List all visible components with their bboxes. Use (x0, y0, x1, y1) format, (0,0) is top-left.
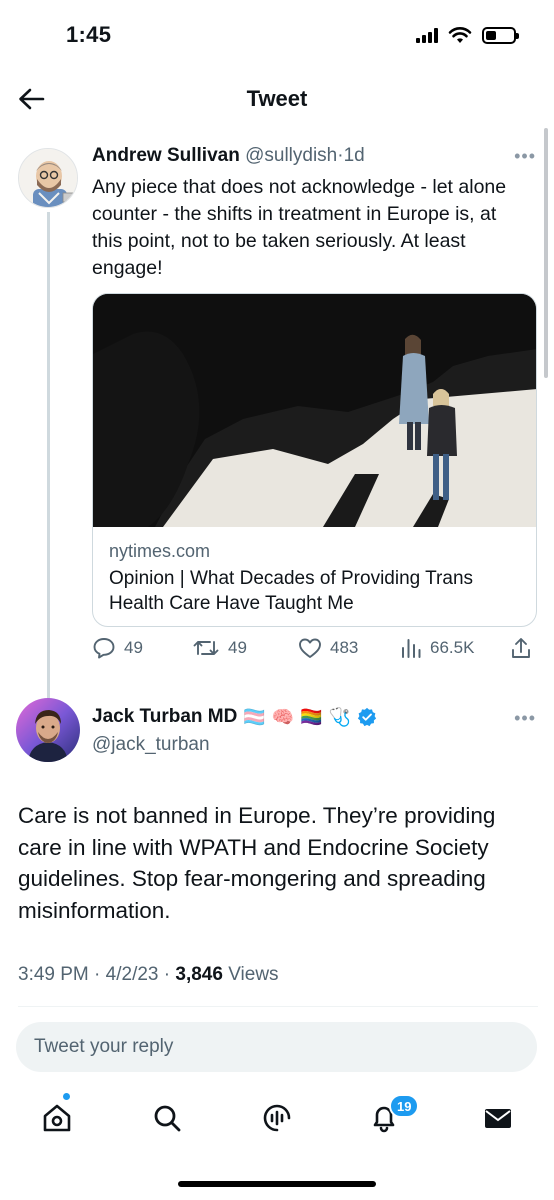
link-card[interactable]: nytimes.com Opinion | What Decades of Pr… (92, 293, 537, 627)
header: Tweet (0, 72, 554, 126)
separator: · (94, 964, 101, 985)
avatar-illustration (19, 149, 77, 207)
article-image (93, 294, 536, 527)
reply-input[interactable] (16, 1022, 537, 1072)
tab-bar (0, 1090, 554, 1146)
focal-name-row: Jack Turban MD 🏳️‍⚧️ 🧠 🏳️‍🌈 🩺 (92, 706, 377, 728)
more-options-icon[interactable]: ••• (514, 708, 536, 729)
retweet-icon (193, 641, 219, 655)
avatar-portrait (16, 698, 80, 762)
tab-search[interactable] (147, 1098, 187, 1138)
like-button[interactable]: 483 (298, 637, 358, 659)
more-options-icon[interactable]: ••• (514, 146, 536, 167)
tweet-time: 3:49 PM (18, 964, 89, 985)
divider (18, 1006, 538, 1007)
like-count: 483 (330, 638, 359, 657)
home-indicator[interactable] (178, 1181, 376, 1187)
avatar[interactable] (16, 698, 80, 762)
tweet-date: 4/2/23 (105, 964, 159, 985)
battery-icon (482, 26, 519, 44)
name-emoji-trans-flag: 🏳️‍⚧️ (243, 707, 266, 727)
messages-icon (485, 1109, 511, 1128)
search-icon (154, 1105, 181, 1132)
status-bar: 1:45 (0, 0, 554, 70)
share-icon (512, 638, 530, 658)
spaces-icon (263, 1104, 291, 1132)
name-emoji-rainbow-flag: 🏳️‍🌈 (300, 707, 323, 727)
heart-icon (299, 638, 321, 658)
tweet-text: Any piece that does not acknowledge - le… (92, 176, 507, 279)
card-title: Opinion | What Decades of Providing Tran… (109, 568, 474, 614)
reply-icon (93, 638, 115, 659)
tab-messages[interactable] (478, 1098, 518, 1138)
tweet-time[interactable]: 1d (344, 145, 365, 166)
card-domain: nytimes.com (109, 541, 211, 561)
status-icons (416, 26, 519, 44)
avatar[interactable] (18, 148, 78, 208)
battery-level (486, 30, 497, 40)
views-count: 66.5K (430, 638, 475, 657)
author-handle[interactable]: @sullydish (245, 145, 337, 166)
tweet-header: Andrew Sullivan @sullydish·1d (92, 145, 365, 167)
verified-badge-icon[interactable] (357, 707, 377, 727)
page-title: Tweet (246, 86, 308, 111)
name-emoji-stethoscope: 🩺 (328, 707, 352, 727)
views-button[interactable]: 66.5K (400, 637, 474, 659)
views-label: Views (228, 964, 279, 985)
author-name[interactable]: Jack Turban MD (92, 706, 237, 728)
notification-count-badge: 19 (389, 1094, 420, 1118)
scrollbar[interactable] (544, 128, 548, 378)
separator: · (163, 964, 171, 985)
tweet-actions: 49 49 483 66.5K (92, 637, 542, 667)
home-icon (43, 1104, 71, 1132)
wifi-icon (448, 27, 472, 43)
retweet-count: 49 (228, 638, 247, 657)
status-time: 1:45 (66, 22, 112, 47)
views-count: 3,846 (175, 964, 223, 985)
share-button[interactable] (510, 637, 532, 659)
tab-home[interactable] (37, 1098, 77, 1138)
signal-icon (416, 27, 438, 43)
reply-count: 49 (124, 638, 143, 657)
thread-line (47, 212, 50, 762)
tweet-text: Care is not banned in Europe. They’re pr… (18, 803, 496, 923)
author-handle[interactable]: @jack_turban (92, 734, 210, 756)
name-emoji-brain: 🧠 (271, 707, 295, 727)
reply-button[interactable]: 49 (92, 637, 143, 659)
home-unread-dot (62, 1092, 71, 1101)
retweet-button[interactable]: 49 (192, 637, 247, 659)
author-name[interactable]: Andrew Sullivan (92, 145, 240, 166)
views-chart-icon (402, 639, 421, 658)
tab-spaces[interactable] (257, 1098, 297, 1138)
tweet-meta: 3:49 PM · 4/2/23 · 3,846 Views (18, 964, 279, 986)
